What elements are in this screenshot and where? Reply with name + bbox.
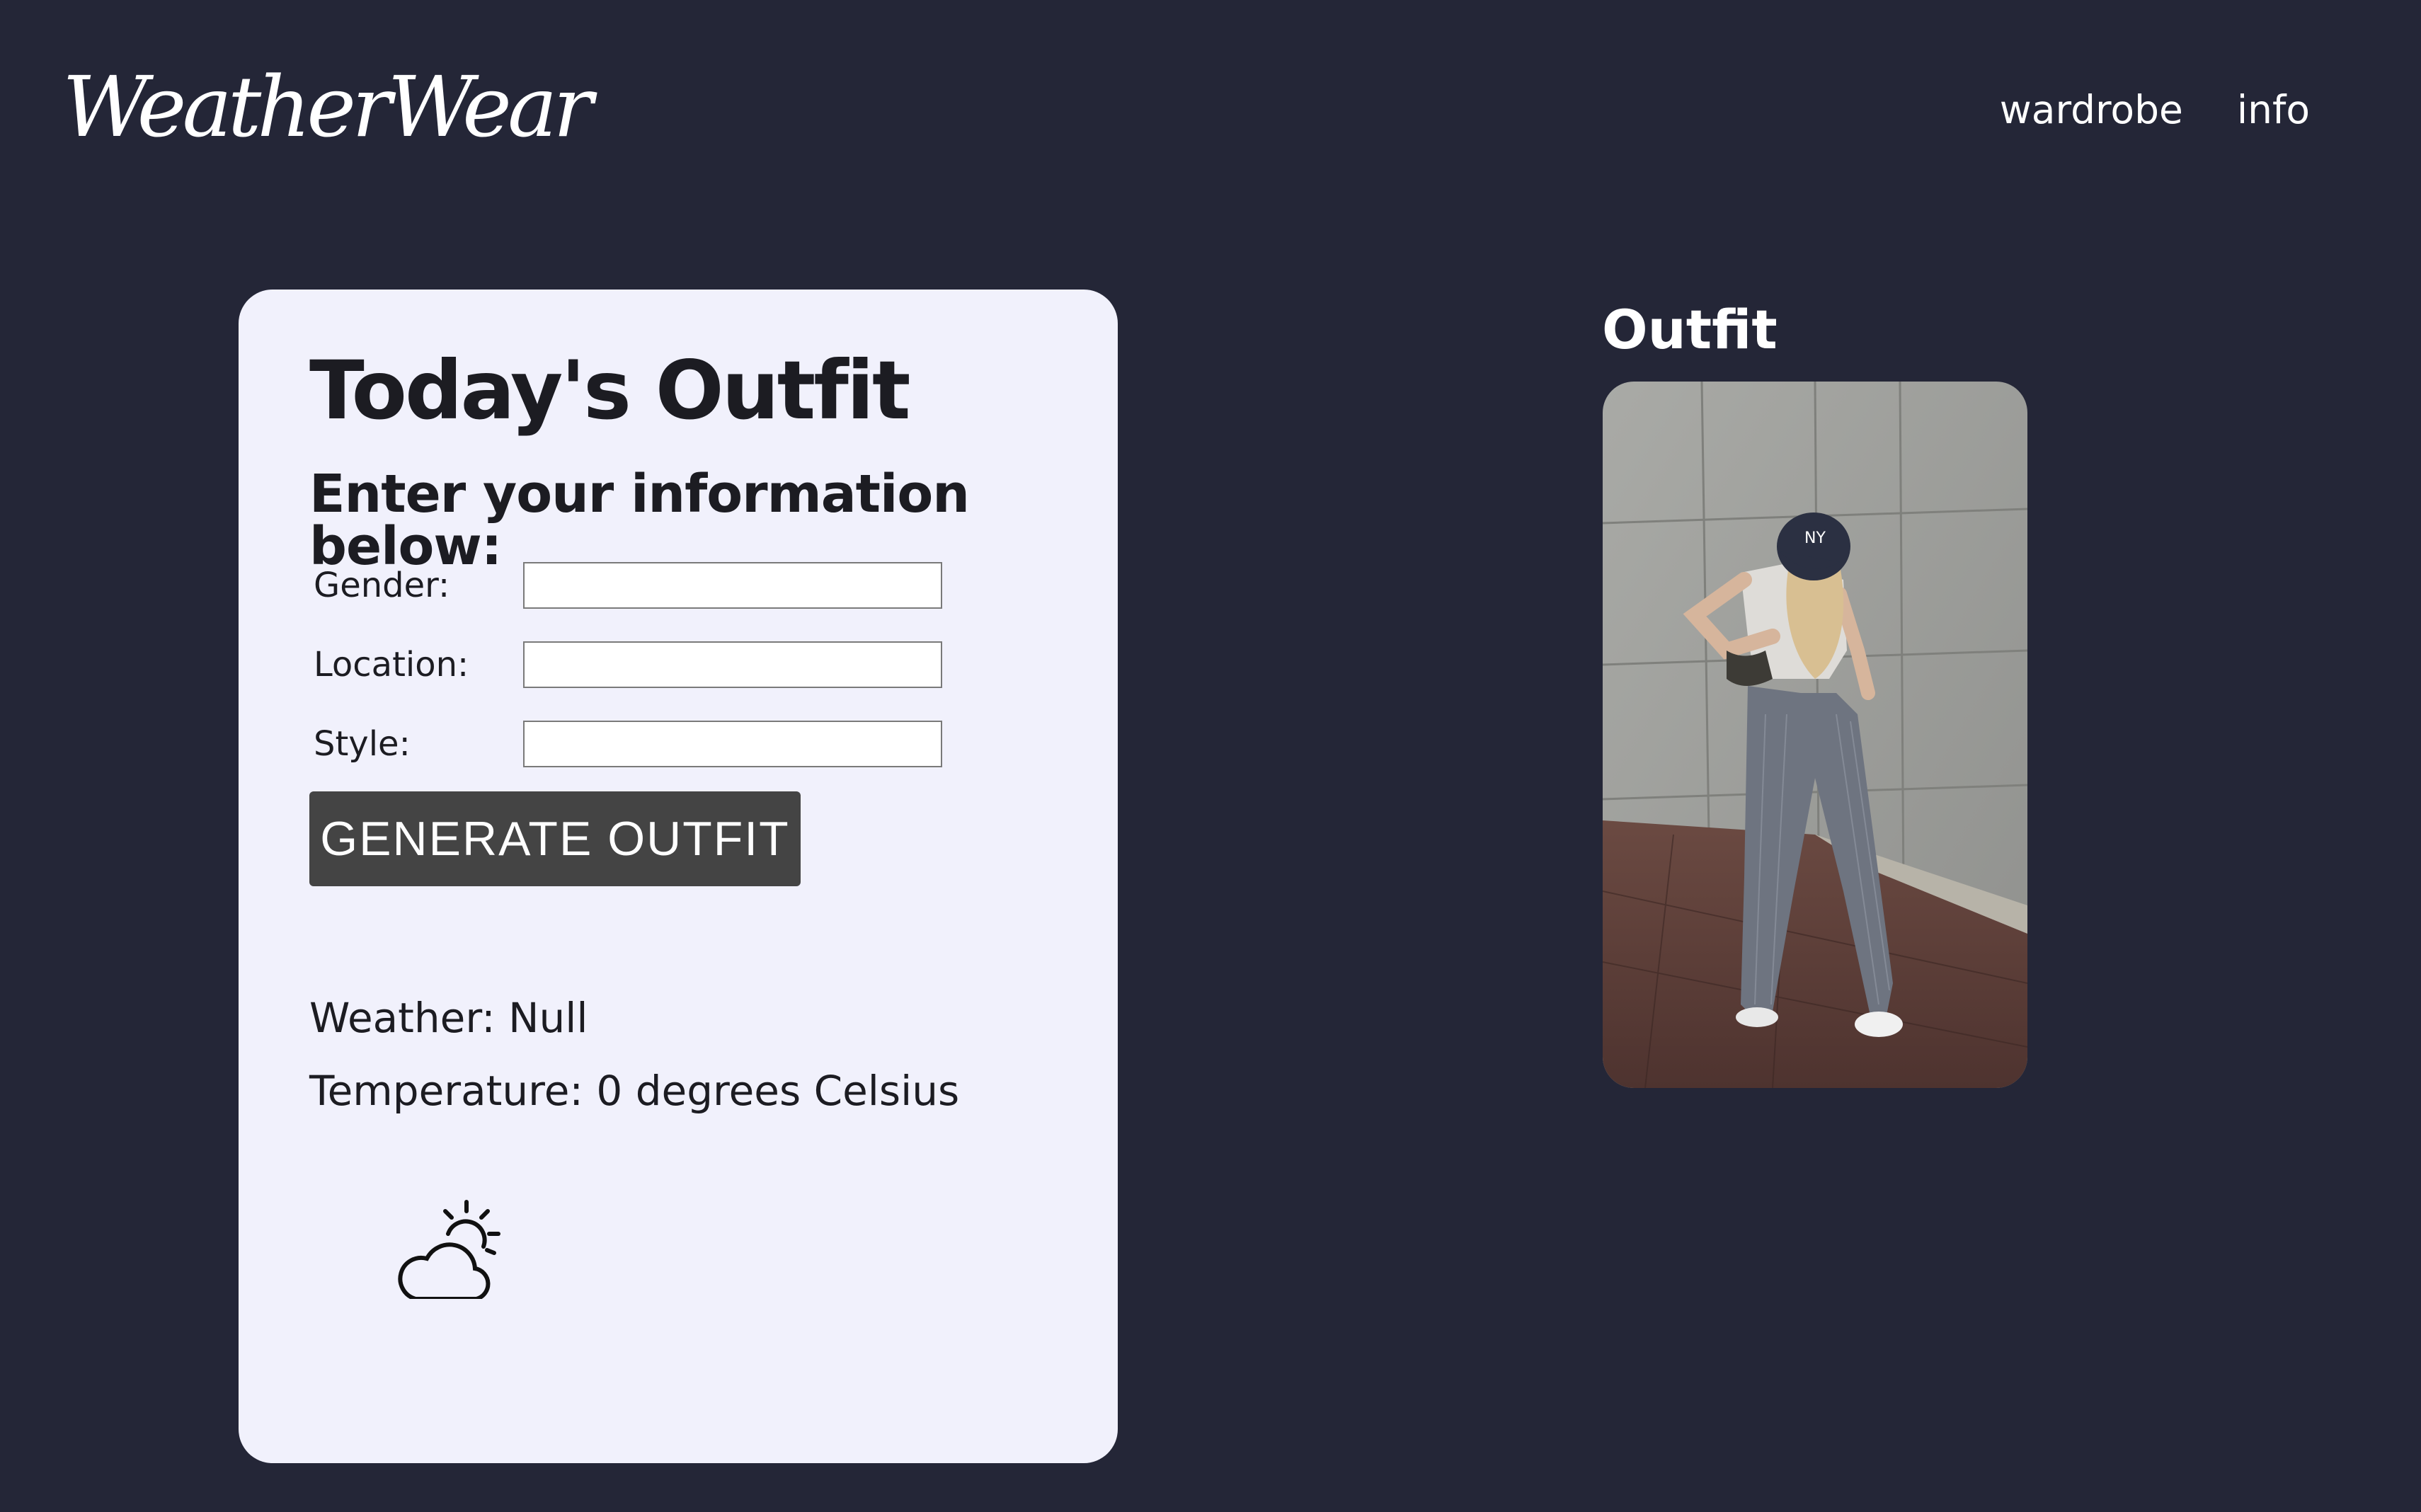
main-nav: wardrobe info bbox=[2000, 91, 2310, 130]
todays-outfit-card: Today's Outfit Enter your information be… bbox=[239, 290, 1118, 1463]
outfit-photo: NY bbox=[1603, 382, 2027, 1088]
gender-input[interactable] bbox=[523, 562, 942, 609]
gender-row: Gender: bbox=[314, 561, 942, 610]
generate-outfit-button[interactable]: GENERATE OUTFIT bbox=[309, 791, 801, 886]
nav-link-info[interactable]: info bbox=[2237, 91, 2310, 130]
nav-link-wardrobe[interactable]: wardrobe bbox=[2000, 91, 2183, 130]
weather-text: Weather: Null bbox=[309, 994, 588, 1042]
location-label: Location: bbox=[314, 645, 469, 685]
style-row: Style: bbox=[314, 719, 942, 769]
svg-text:NY: NY bbox=[1804, 529, 1826, 547]
card-title: Today's Outfit bbox=[309, 343, 910, 437]
card-subtitle: Enter your information below: bbox=[309, 464, 970, 577]
location-input[interactable] bbox=[523, 641, 942, 688]
gender-label: Gender: bbox=[314, 566, 450, 605]
temperature-text: Temperature: 0 degrees Celsius bbox=[309, 1067, 960, 1115]
partly-cloudy-icon bbox=[398, 1200, 500, 1299]
style-input[interactable] bbox=[523, 721, 942, 767]
outfit-heading: Outfit bbox=[1602, 298, 1778, 361]
location-row: Location: bbox=[314, 640, 942, 689]
logo[interactable]: WeatherWear bbox=[62, 65, 593, 149]
style-label: Style: bbox=[314, 724, 411, 764]
